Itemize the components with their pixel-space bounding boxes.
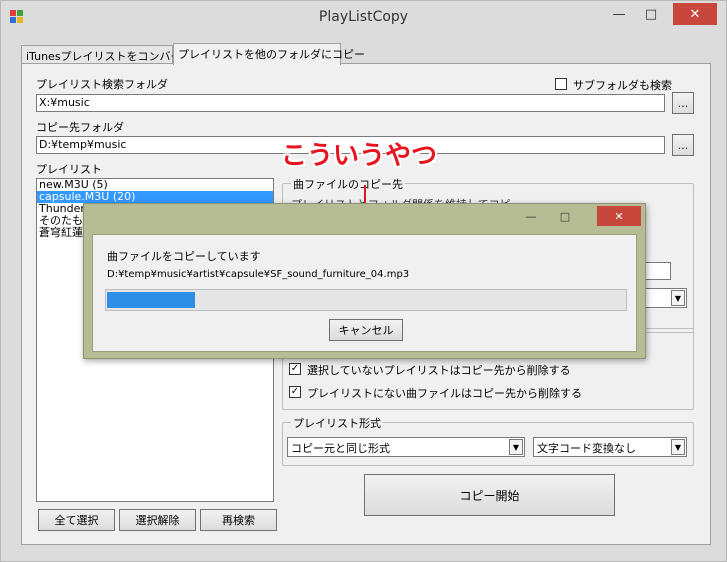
chevron-down-icon: ▼ — [671, 290, 685, 306]
close-icon[interactable]: ✕ — [597, 206, 641, 226]
chevron-down-icon: ▼ — [509, 439, 523, 455]
song-destination-legend: 曲ファイルのコピー先 — [291, 176, 405, 192]
dialog-message: 曲ファイルをコピーしています — [107, 250, 261, 263]
app-window: PlayListCopy — □ ✕ iTunesプレイリストをコンバート プレ… — [0, 0, 727, 562]
dest-folder-browse-button[interactable]: ... — [672, 134, 694, 156]
deselect-all-button[interactable]: 選択解除 — [119, 509, 196, 531]
subfolder-label: サブフォルダも検索 — [573, 79, 672, 92]
delete-missing-label: プレイリストにない曲ファイルはコピー先から削除する — [307, 387, 582, 400]
search-folder-label: プレイリスト検索フォルダ — [36, 78, 168, 91]
subfolder-checkbox[interactable] — [555, 78, 567, 90]
playlist-format-value: コピー元と同じ形式 — [291, 442, 390, 455]
copy-progress-fill — [107, 292, 195, 308]
search-folder-browse-button[interactable]: ... — [672, 92, 694, 114]
song-group-field[interactable] — [643, 262, 671, 280]
close-icon[interactable]: ✕ — [673, 3, 717, 25]
playlist-label: プレイリスト — [36, 163, 102, 176]
title-bar[interactable]: PlayListCopy — □ ✕ — [1, 1, 726, 33]
select-all-button[interactable]: 全て選択 — [38, 509, 115, 531]
delete-missing-checkbox[interactable]: ✓ — [289, 386, 301, 398]
song-group-combo[interactable]: ▼ — [643, 288, 687, 308]
maximize-icon[interactable]: □ — [635, 3, 667, 25]
minimize-icon[interactable]: — — [603, 3, 635, 25]
tab-copy-playlist[interactable]: プレイリストを他のフォルダにコピー — [173, 43, 365, 65]
tab-itunes-convert[interactable]: iTunesプレイリストをコンバート — [21, 45, 193, 65]
dialog-body: 曲ファイルをコピーしています D:¥temp¥music¥artist¥caps… — [92, 234, 637, 352]
search-folder-input[interactable]: X:¥music — [36, 94, 665, 112]
cancel-button[interactable]: キャンセル — [329, 319, 403, 341]
annotation-text: こういうやつ — [281, 141, 438, 171]
maximize-icon[interactable]: □ — [551, 206, 579, 226]
encoding-value: 文字コード変換なし — [537, 442, 636, 455]
playlist-format-group: プレイリスト形式 コピー元と同じ形式 ▼ 文字コード変換なし ▼ — [282, 415, 694, 466]
dialog-file-path: D:¥temp¥music¥artist¥capsule¥SF_sound_fu… — [107, 269, 410, 280]
playlist-format-select[interactable]: コピー元と同じ形式 ▼ — [287, 437, 525, 457]
encoding-select[interactable]: 文字コード変換なし ▼ — [533, 437, 687, 457]
copy-progress-bar — [105, 289, 627, 311]
research-button[interactable]: 再検索 — [200, 509, 277, 531]
chevron-down-icon: ▼ — [671, 439, 685, 455]
dest-folder-label: コピー先フォルダ — [36, 121, 124, 134]
delete-unselected-checkbox[interactable]: ✓ — [289, 363, 301, 375]
minimize-icon[interactable]: — — [517, 206, 545, 226]
delete-unselected-label: 選択していないプレイリストはコピー先から削除する — [307, 364, 571, 377]
start-copy-button[interactable]: コピー開始 — [364, 474, 615, 516]
progress-dialog: — □ ✕ 曲ファイルをコピーしています D:¥temp¥music¥artis… — [83, 203, 646, 359]
playlist-format-legend: プレイリスト形式 — [291, 415, 383, 431]
